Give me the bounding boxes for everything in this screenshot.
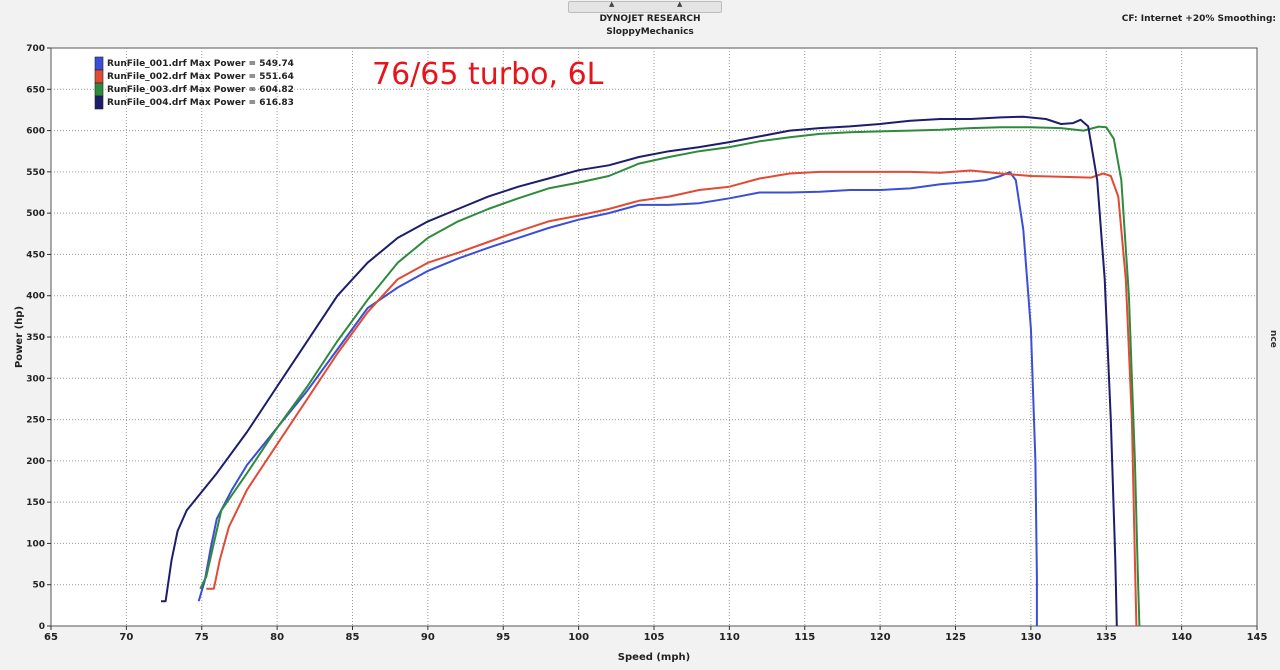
y-tick-label: 550 [26, 168, 45, 178]
y-tick-label: 200 [26, 457, 45, 467]
x-tick-label: 90 [421, 632, 435, 643]
y-tick-label: 650 [26, 85, 45, 95]
y-tick-label: 700 [26, 44, 45, 54]
y-tick-label: 300 [26, 374, 45, 384]
legend-entry-2: RunFile_002.drf Max Power = 551.64 [107, 72, 294, 82]
y-axis-label: Power (hp) [14, 306, 25, 368]
x-tick-label: 85 [346, 632, 360, 643]
y-tick-label: 400 [26, 292, 45, 302]
x-tick-label: 120 [870, 632, 891, 643]
y-tick-label: 150 [26, 498, 45, 508]
legend-swatch [94, 82, 104, 97]
x-tick-label: 95 [496, 632, 510, 643]
y-tick-label: 350 [26, 333, 45, 343]
x-tick-label: 105 [644, 632, 665, 643]
x-tick-label: 145 [1247, 632, 1268, 643]
y-tick-label: 600 [26, 127, 45, 137]
y-tick-label: 450 [26, 250, 45, 260]
y-tick-label: 50 [32, 581, 45, 591]
legend-entry-4: RunFile_004.drf Max Power = 616.83 [107, 98, 294, 108]
x-tick-label: 115 [794, 632, 815, 643]
x-axis-label: Speed (mph) [618, 652, 690, 663]
x-tick-label: 110 [719, 632, 740, 643]
x-tick-label: 100 [568, 632, 589, 643]
x-tick-label: 70 [119, 632, 133, 643]
y-axis-ticks: 0 50 100 150 200 250 300 350 400 450 500 550 600 650 7… [26, 44, 51, 632]
y-tick-label: 0 [39, 622, 45, 632]
y-tick-label: 100 [26, 539, 45, 549]
y-tick-label: 500 [26, 209, 45, 219]
x-tick-label: 80 [270, 632, 284, 643]
x-tick-label: 130 [1020, 632, 1041, 643]
legend-swatch [94, 56, 104, 71]
power-vs-speed-chart: 65 70 75 80 85 90 95 100 105 110 115 120 125 130 135 14… [14, 44, 1267, 663]
y-tick-label: 250 [26, 416, 45, 426]
x-tick-label: 135 [1096, 632, 1117, 643]
legend-entry-1: RunFile_001.drf Max Power = 549.74 [107, 59, 294, 69]
x-axis-ticks: 65 70 75 80 85 90 95 100 105 110 115 120 125 130 135 14… [44, 626, 1267, 643]
chart-annotation: 76/65 turbo, 6L [372, 57, 604, 92]
x-tick-label: 65 [44, 632, 58, 643]
legend-swatch [94, 69, 104, 84]
x-tick-label: 140 [1171, 632, 1192, 643]
dyno-chart-window: ▲ ▲ DYNOJET RESEARCH SloppyMechanics CF:… [0, 0, 1280, 670]
x-tick-label: 125 [945, 632, 966, 643]
x-tick-label: 75 [195, 632, 209, 643]
legend-entry-3: RunFile_003.drf Max Power = 604.82 [107, 85, 294, 95]
legend-swatch [94, 95, 104, 110]
